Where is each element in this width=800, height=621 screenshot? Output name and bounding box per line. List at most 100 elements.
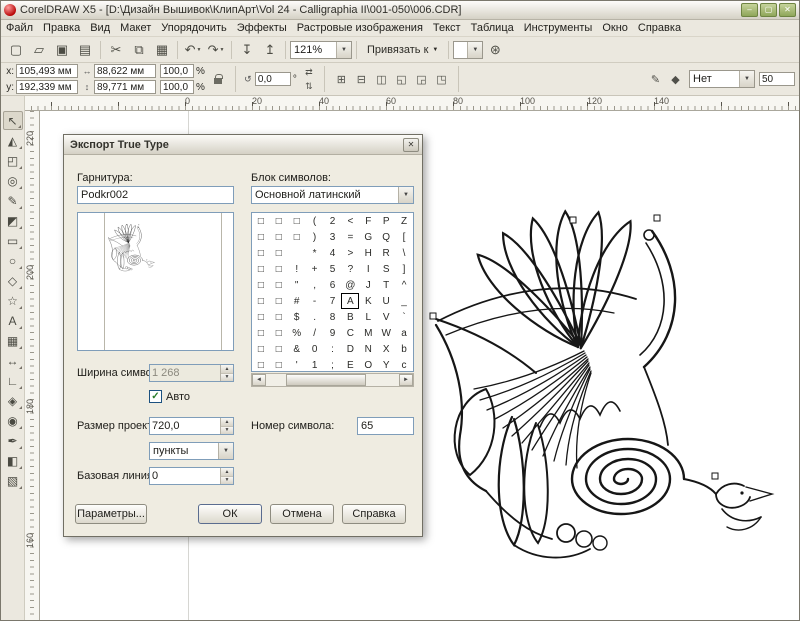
charmap-cell[interactable]: #: [288, 293, 306, 309]
rectangle-tool[interactable]: ▭: [3, 231, 23, 250]
charmap-cell[interactable]: b: [395, 341, 413, 357]
charmap-cell[interactable]: L: [359, 309, 377, 325]
charmap-cell[interactable]: C: [341, 325, 359, 341]
object-height-field[interactable]: [94, 80, 156, 94]
charmap-cell[interactable]: 2: [324, 213, 342, 229]
minimize-button[interactable]: –: [741, 3, 758, 17]
charmap-cell[interactable]: Q: [377, 229, 395, 245]
menu-item[interactable]: Правка: [38, 21, 85, 35]
charmap-cell[interactable]: V: [377, 309, 395, 325]
charmap-cell[interactable]: .: [306, 309, 324, 325]
charmap-cell[interactable]: c: [395, 357, 413, 373]
chevron-down-icon[interactable]: ▼: [739, 71, 754, 87]
baseline-input[interactable]: [150, 468, 220, 484]
charmap-cell[interactable]: J: [359, 277, 377, 293]
outline-pen-icon[interactable]: ✎: [646, 71, 665, 88]
menu-item[interactable]: Окно: [597, 21, 633, 35]
ok-button[interactable]: ОК: [198, 504, 262, 524]
shape-tool[interactable]: ◭: [3, 131, 23, 150]
project-size-input[interactable]: [150, 418, 220, 434]
charmap-cell[interactable]: □: [252, 245, 270, 261]
project-size-field[interactable]: ▲ ▼: [149, 417, 234, 435]
mirror-horizontal-button[interactable]: ⇄: [301, 66, 317, 79]
trim-icon[interactable]: ◲: [412, 71, 431, 88]
calligraphic-bird-drawing[interactable]: [416, 189, 796, 579]
spin-up-icon[interactable]: ▲: [221, 418, 233, 427]
parameters-button[interactable]: Параметры...: [75, 504, 147, 524]
eyedropper-tool[interactable]: ◉: [3, 411, 23, 430]
snap-to-button[interactable]: Привязать к ▼: [361, 40, 444, 60]
charmap-cell[interactable]: ': [288, 357, 306, 373]
object-width-field[interactable]: [94, 64, 156, 78]
scroll-right-icon[interactable]: ►: [399, 374, 413, 386]
charmap-cell[interactable]: ,: [306, 277, 324, 293]
outline-pen-tool[interactable]: ✒: [3, 431, 23, 450]
charmap-cell[interactable]: +: [306, 261, 324, 277]
charmap-cell[interactable]: &: [288, 341, 306, 357]
scrollbar-thumb[interactable]: [286, 374, 366, 386]
weld-icon[interactable]: ◱: [392, 71, 411, 88]
charmap-cell[interactable]: □: [252, 277, 270, 293]
charmap-cell[interactable]: =: [341, 229, 359, 245]
outline-width-combo[interactable]: Нет ▼: [689, 70, 755, 88]
charmap-cell[interactable]: U: [377, 293, 395, 309]
charmap-cell[interactable]: □: [270, 325, 288, 341]
menu-item[interactable]: Макет: [115, 21, 156, 35]
spinner[interactable]: ▲ ▼: [220, 418, 233, 434]
zoom-level-combo[interactable]: 121% ▼: [290, 41, 352, 59]
undo-button[interactable]: ↶▼: [182, 40, 204, 60]
grid-horizontal-scrollbar[interactable]: ◄ ►: [251, 373, 414, 387]
freehand-tool[interactable]: ✎: [3, 191, 23, 210]
print-icon[interactable]: ▤: [74, 40, 96, 60]
charmap-cell[interactable]: P: [377, 213, 395, 229]
charmap-cell[interactable]: B: [341, 309, 359, 325]
scroll-left-icon[interactable]: ◄: [252, 374, 266, 386]
menu-item[interactable]: Справка: [633, 21, 686, 35]
text-tool[interactable]: A: [3, 311, 23, 330]
options-icon[interactable]: ⊛: [484, 40, 506, 60]
ellipse-tool[interactable]: ○: [3, 251, 23, 270]
charmap-cell[interactable]: □: [288, 229, 306, 245]
charmap-cell[interactable]: F: [359, 213, 377, 229]
charmap-cell[interactable]: >: [341, 245, 359, 261]
charmap-cell[interactable]: H: [359, 245, 377, 261]
spin-up-icon[interactable]: ▲: [221, 468, 233, 477]
save-icon[interactable]: ▣: [51, 40, 73, 60]
y-position-field[interactable]: [16, 80, 78, 94]
charmap-cell[interactable]: 8: [324, 309, 342, 325]
auto-checkbox-row[interactable]: ✓ Авто: [149, 390, 190, 403]
dimension-tool[interactable]: ↔: [3, 351, 23, 370]
charmap-cell[interactable]: □: [270, 213, 288, 229]
menu-item[interactable]: Файл: [1, 21, 38, 35]
mirror-vertical-button[interactable]: ⇅: [301, 80, 317, 93]
charmap-cell[interactable]: □: [288, 213, 306, 229]
charmap-cell[interactable]: 6: [324, 277, 342, 293]
smart-fill-tool[interactable]: ◩: [3, 211, 23, 230]
charmap-cell[interactable]: □: [252, 213, 270, 229]
menu-item[interactable]: Растровые изображения: [292, 21, 428, 35]
auto-checkbox[interactable]: ✓: [149, 390, 162, 403]
charmap-cell[interactable]: G: [359, 229, 377, 245]
charmap-cell[interactable]: □: [252, 357, 270, 373]
charmap-cell[interactable]: ": [288, 277, 306, 293]
charmap-cell[interactable]: 0: [306, 341, 324, 357]
charmap-cell[interactable]: 5: [324, 261, 342, 277]
menu-item[interactable]: Упорядочить: [156, 21, 231, 35]
charmap-cell[interactable]: -: [306, 293, 324, 309]
charmap-cell[interactable]: □: [252, 341, 270, 357]
menu-item[interactable]: Вид: [85, 21, 115, 35]
menu-item[interactable]: Текст: [428, 21, 466, 35]
dialog-titlebar[interactable]: Экспорт True Type: [64, 135, 422, 155]
charmap-cell[interactable]: T: [377, 277, 395, 293]
copy-icon[interactable]: ⧉: [128, 40, 150, 60]
charmap-cell[interactable]: □: [252, 309, 270, 325]
charmap-cell[interactable]: I: [359, 261, 377, 277]
menu-item[interactable]: Таблица: [466, 21, 519, 35]
baseline-field[interactable]: ▲ ▼: [149, 467, 234, 485]
charmap-cell[interactable]: □: [270, 261, 288, 277]
x-position-field[interactable]: [16, 64, 78, 78]
table-tool[interactable]: ▦: [3, 331, 23, 350]
zoom-tool[interactable]: ◎: [3, 171, 23, 190]
charmap-cell[interactable]: □: [270, 245, 288, 261]
symbol-number-input[interactable]: [357, 417, 414, 435]
